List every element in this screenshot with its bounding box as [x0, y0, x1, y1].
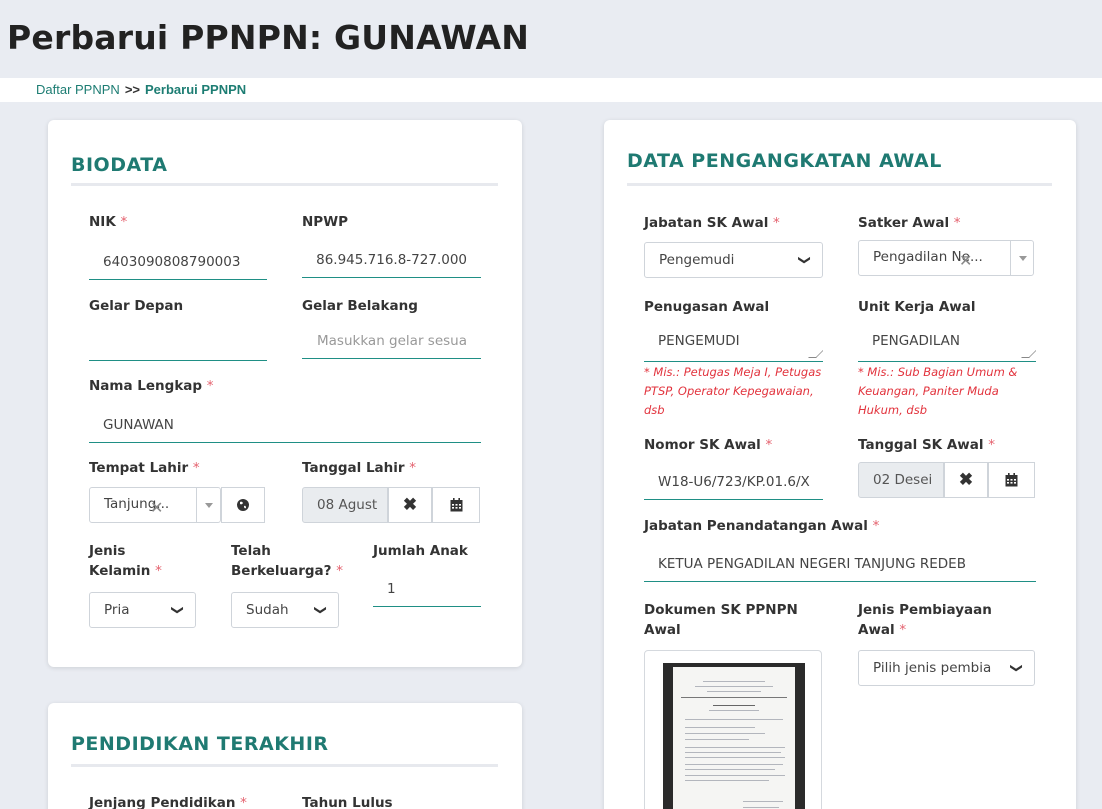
breadcrumb-current: Perbarui PPNPN: [145, 82, 247, 97]
tanggal-lahir-label: Tanggal Lahir *: [302, 460, 417, 476]
nomor-sk-label: Nomor SK Awal *: [644, 437, 773, 453]
document-preview-image: [663, 663, 805, 809]
pendidikan-title: PENDIDIKAN TERAKHIR: [71, 733, 329, 755]
nik-label: NIK *: [89, 214, 128, 230]
chevron-down-icon: ❯: [1009, 662, 1024, 674]
pendidikan-card: PENDIDIKAN TERAKHIR Jenjang Pendidikan *…: [48, 703, 522, 809]
gelar-depan-input[interactable]: [89, 325, 267, 361]
jenjang-pendidikan-label: Jenjang Pendidikan *: [89, 795, 247, 809]
nomor-sk-input[interactable]: W18-U6/723/KP.01.6/X: [644, 464, 823, 500]
globe-button[interactable]: [221, 487, 265, 523]
jenis-kelamin-select[interactable]: Pria ❯: [89, 592, 196, 628]
breadcrumb-link-daftar[interactable]: Daftar PPNPN: [36, 82, 120, 97]
globe-icon: [237, 499, 249, 511]
clear-date-button[interactable]: ✖: [388, 487, 432, 523]
clear-icon[interactable]: ✕: [959, 251, 972, 270]
pendidikan-divider: [71, 764, 498, 767]
jenis-pembiayaan-label: Jenis Pembiayaan Awal *: [858, 602, 992, 638]
clear-icon[interactable]: ✕: [150, 498, 163, 517]
jenis-kelamin-label: Jenis Kelamin *: [89, 543, 162, 579]
jabatan-sk-label: Jabatan SK Awal *: [644, 215, 780, 231]
close-icon: ✖: [958, 470, 974, 489]
calendar-button[interactable]: [988, 462, 1035, 498]
nik-input[interactable]: 6403090808790003: [89, 244, 267, 280]
biodata-title: BIODATA: [71, 154, 168, 176]
penugasan-hint: * Mis.: Petugas Meja I, Petugas PTSP, Ope…: [644, 365, 822, 417]
npwp-input[interactable]: 86.945.716.8-727.000: [302, 242, 481, 278]
chevron-down-icon: ❯: [170, 604, 185, 616]
calendar-icon: [1005, 473, 1018, 487]
telah-berkeluarga-select[interactable]: Sudah ❯: [231, 592, 339, 628]
calendar-button[interactable]: [432, 487, 480, 523]
penugasan-label: Penugasan Awal: [644, 299, 770, 315]
tahun-lulus-label: Tahun Lulus: [302, 795, 393, 809]
pengangkatan-title: DATA PENGANGKATAN AWAL: [627, 150, 942, 172]
jumlah-anak-input[interactable]: 1: [373, 571, 481, 607]
pengangkatan-divider: [627, 183, 1052, 186]
unit-kerja-textarea[interactable]: PENGADILAN: [858, 326, 1036, 362]
dokumen-sk-label: Dokumen SK PPNPN Awal: [644, 602, 798, 638]
pengangkatan-card: DATA PENGANGKATAN AWAL Jabatan SK Awal *…: [604, 120, 1076, 809]
gelar-belakang-input[interactable]: Masukkan gelar sesua: [302, 323, 481, 359]
gelar-belakang-label: Gelar Belakang: [302, 298, 418, 314]
satker-label: Satker Awal *: [858, 215, 961, 231]
tanggal-sk-label: Tanggal SK Awal *: [858, 437, 995, 453]
telah-berkeluarga-label: Telah Berkeluarga? *: [231, 543, 343, 579]
tempat-lahir-label: Tempat Lahir *: [89, 460, 200, 476]
jabatan-penandatangan-label: Jabatan Penandatangan Awal *: [644, 518, 880, 534]
gelar-depan-label: Gelar Depan: [89, 298, 184, 314]
tempat-lahir-select[interactable]: Tanjung... ✕: [89, 487, 221, 523]
breadcrumb: Daftar PPNPN >> Perbarui PPNPN: [0, 78, 1102, 102]
jabatan-penandatangan-input[interactable]: KETUA PENGADILAN NEGERI TANJUNG REDEB: [644, 546, 1036, 582]
satker-select[interactable]: Pengadilan Ne... ✕: [858, 240, 1034, 276]
dokumen-sk-thumbnail[interactable]: [644, 650, 822, 809]
nama-lengkap-label: Nama Lengkap *: [89, 378, 214, 394]
nama-lengkap-input[interactable]: GUNAWAN: [89, 407, 481, 443]
clear-date-button[interactable]: ✖: [944, 462, 988, 498]
biodata-card: BIODATA NIK * 6403090808790003 NPWP 86.9…: [48, 120, 522, 667]
chevron-down-icon: ❯: [797, 254, 812, 266]
penugasan-textarea[interactable]: PENGEMUDI: [644, 326, 823, 362]
unit-kerja-hint: * Mis.: Sub Bagian Umum & Keuangan, Panit…: [858, 365, 1018, 417]
breadcrumb-separator: >>: [124, 82, 140, 97]
jenis-pembiayaan-select[interactable]: Pilih jenis pembia ❯: [858, 650, 1035, 686]
jabatan-sk-select[interactable]: Pengemudi ❯: [644, 242, 823, 278]
chevron-down-icon: ❯: [313, 604, 328, 616]
chevron-down-icon[interactable]: [196, 488, 220, 522]
page-title: Perbarui PPNPN: GUNAWAN: [7, 18, 530, 57]
close-icon: ✖: [402, 495, 418, 514]
calendar-icon: [450, 498, 462, 512]
biodata-divider: [71, 183, 498, 186]
tanggal-lahir-input[interactable]: 08 Agust: [302, 487, 388, 523]
chevron-down-icon[interactable]: [1010, 241, 1034, 275]
npwp-label: NPWP: [302, 214, 348, 230]
tanggal-sk-input[interactable]: 02 Desei: [858, 462, 944, 498]
unit-kerja-label: Unit Kerja Awal: [858, 299, 976, 315]
jumlah-anak-label: Jumlah Anak: [373, 543, 468, 559]
